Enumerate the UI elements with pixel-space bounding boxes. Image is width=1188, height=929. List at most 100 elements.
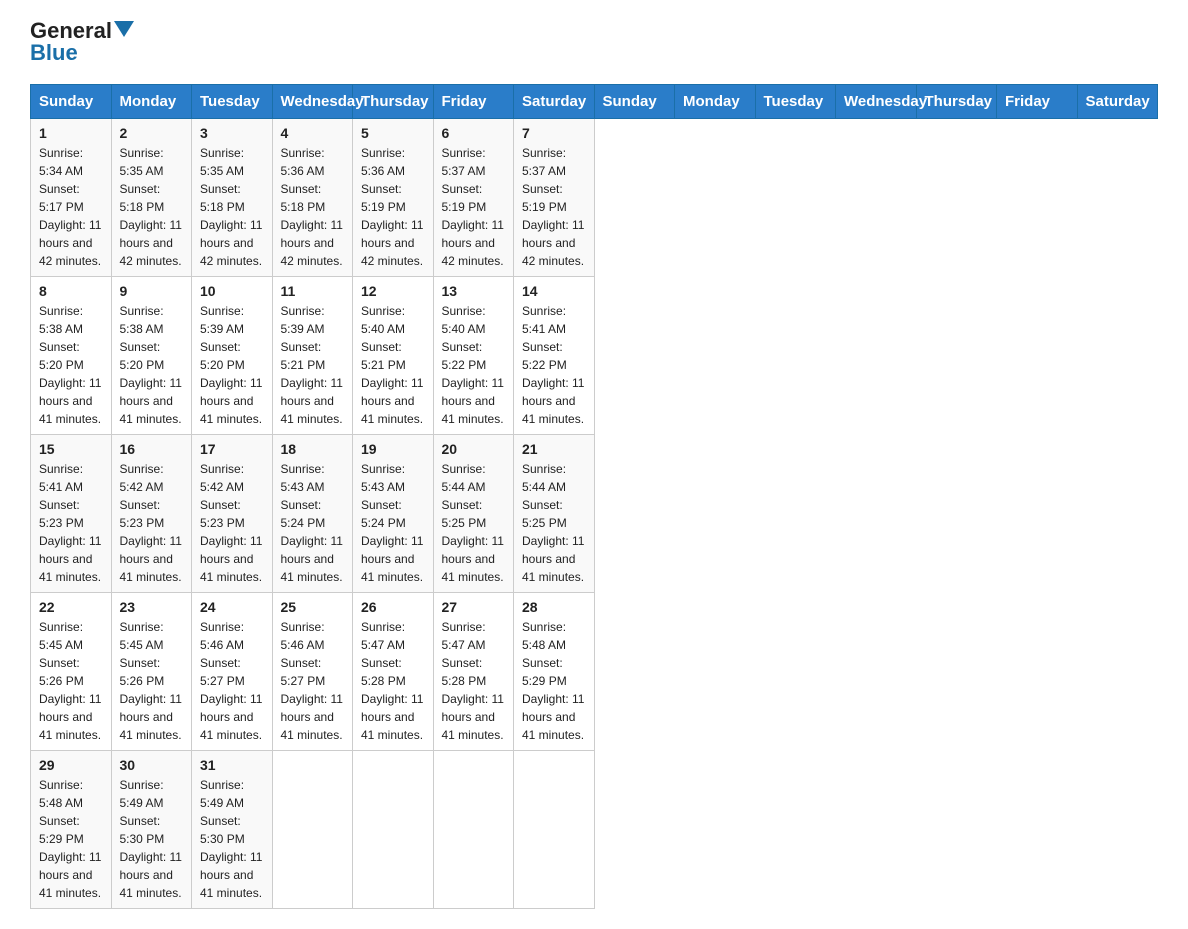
sunset-text: Sunset: 5:22 PM <box>522 340 567 372</box>
day-info: Sunrise: 5:46 AM Sunset: 5:27 PM Daylight:… <box>281 618 345 744</box>
day-number: 25 <box>281 599 345 615</box>
col-header-wednesday: Wednesday <box>272 85 353 119</box>
daylight-text: Daylight: 11 hours and 41 minutes. <box>120 534 182 584</box>
daylight-text: Daylight: 11 hours and 42 minutes. <box>120 218 182 268</box>
day-info: Sunrise: 5:43 AMSunset: 5:24 PMDaylight:… <box>361 460 425 586</box>
daylight-text: Daylight: 11 hours and 41 minutes. <box>281 376 343 426</box>
calendar-week-row: 29Sunrise: 5:48 AMSunset: 5:29 PMDayligh… <box>31 751 1158 909</box>
daylight-text: Daylight: 11 hours and 41 minutes. <box>120 692 182 742</box>
daylight-text: Daylight: 11 hours and 41 minutes. <box>200 692 262 742</box>
day-number: 28 <box>522 599 586 615</box>
sunset-text: Sunset: 5:23 PM <box>200 498 245 530</box>
daylight-text: Daylight: 11 hours and 41 minutes. <box>39 376 101 426</box>
sunrise-text: Sunrise: 5:42 AM <box>120 462 164 494</box>
col-header-tuesday: Tuesday <box>755 85 836 119</box>
col-header-saturday: Saturday <box>514 85 595 119</box>
col-header-monday: Monday <box>675 85 756 119</box>
sunset-text: Sunset: 5:24 PM <box>281 498 326 530</box>
day-info: Sunrise: 5:49 AMSunset: 5:30 PMDaylight:… <box>120 776 184 902</box>
calendar-cell: 8Sunrise: 5:38 AMSunset: 5:20 PMDaylight… <box>31 277 112 435</box>
day-number: 17 <box>200 441 264 457</box>
sunrise-text: Sunrise: 5:36 AM <box>281 146 325 178</box>
daylight-text: Daylight: 11 hours and 41 minutes. <box>281 692 343 742</box>
sunrise-text: Sunrise: 5:44 AM <box>522 462 566 494</box>
sunset-text: Sunset: 5:25 PM <box>522 498 567 530</box>
calendar-cell: 17Sunrise: 5:42 AMSunset: 5:23 PMDayligh… <box>192 435 273 593</box>
day-number: 22 <box>39 599 103 615</box>
sunrise-text: Sunrise: 5:37 AM <box>442 146 486 178</box>
col-header-sunday: Sunday <box>594 85 675 119</box>
daylight-text: Daylight: 11 hours and 42 minutes. <box>200 218 262 268</box>
day-info: Sunrise: 5:47 AMSunset: 5:28 PMDaylight:… <box>361 618 425 744</box>
sunset-text: Sunset: 5:20 PM <box>120 340 165 372</box>
day-info: Sunrise: 5:40 AMSunset: 5:21 PMDaylight:… <box>361 302 425 428</box>
sunset-text: Sunset: 5:18 PM <box>120 182 165 214</box>
day-info: Sunrise: 5:40 AMSunset: 5:22 PMDaylight:… <box>442 302 506 428</box>
sunset-text: Sunset: 5:21 PM <box>281 340 326 372</box>
col-header-friday: Friday <box>997 85 1078 119</box>
day-number: 30 <box>120 757 184 773</box>
col-header-sunday: Sunday <box>31 85 112 119</box>
sunrise-text: Sunrise: 5:47 AM <box>361 620 405 652</box>
daylight-text: Daylight: 11 hours and 41 minutes. <box>442 376 504 426</box>
sunrise-text: Sunrise: 5:49 AM <box>120 778 164 810</box>
page-header: General Blue <box>30 20 1158 64</box>
day-number: 10 <box>200 283 264 299</box>
day-number: 4 <box>281 125 345 141</box>
day-number: 12 <box>361 283 425 299</box>
day-number: 9 <box>120 283 184 299</box>
sunrise-text: Sunrise: 5:42 AM <box>200 462 244 494</box>
sunset-text: Sunset: 5:23 PM <box>39 498 84 530</box>
sunrise-text: Sunrise: 5:43 AM <box>361 462 405 494</box>
daylight-text: Daylight: 11 hours and 42 minutes. <box>361 218 423 268</box>
day-number: 24 <box>200 599 264 615</box>
logo: General Blue <box>30 20 134 64</box>
sunset-text: Sunset: 5:28 PM <box>442 656 487 688</box>
day-info: Sunrise: 5:45 AMSunset: 5:26 PMDaylight:… <box>120 618 184 744</box>
daylight-text: Daylight: 11 hours and 41 minutes. <box>281 534 343 584</box>
col-header-friday: Friday <box>433 85 514 119</box>
day-info: Sunrise: 5:41 AMSunset: 5:22 PMDaylight:… <box>522 302 586 428</box>
sunset-text: Sunset: 5:20 PM <box>200 340 245 372</box>
sunrise-text: Sunrise: 5:44 AM <box>442 462 486 494</box>
daylight-text: Daylight: 11 hours and 41 minutes. <box>200 850 262 900</box>
day-info: Sunrise: 5:38 AMSunset: 5:20 PMDaylight:… <box>120 302 184 428</box>
sunrise-text: Sunrise: 5:41 AM <box>39 462 83 494</box>
sunrise-text: Sunrise: 5:39 AM <box>281 304 325 336</box>
sunrise-text: Sunrise: 5:46 AM <box>200 620 244 652</box>
calendar-cell <box>353 751 434 909</box>
day-info: Sunrise: 5:46 AM Sunset: 5:27 PM Daylight:… <box>200 618 264 744</box>
calendar-cell: 2 Sunrise: 5:35 AM Sunset: 5:18 PM Daylight… <box>111 119 192 277</box>
day-info: Sunrise: 5:49 AMSunset: 5:30 PMDaylight:… <box>200 776 264 902</box>
day-number: 3 <box>200 125 264 141</box>
day-info: Sunrise: 5:37 AMSunset: 5:19 PMDaylight:… <box>522 144 586 270</box>
daylight-text: Daylight: 11 hours and 41 minutes. <box>442 692 504 742</box>
sunset-text: Sunset: 5:27 PM <box>281 656 326 688</box>
sunset-text: Sunset: 5:20 PM <box>39 340 84 372</box>
calendar-cell: 4Sunrise: 5:36 AMSunset: 5:18 PMDaylight… <box>272 119 353 277</box>
daylight-text: Daylight: 11 hours and 42 minutes. <box>522 218 584 268</box>
calendar-week-row: 8Sunrise: 5:38 AMSunset: 5:20 PMDaylight… <box>31 277 1158 435</box>
sunrise-text: Sunrise: 5:46 AM <box>281 620 325 652</box>
sunrise-text: Sunrise: 5:38 AM <box>39 304 83 336</box>
sunrise-text: Sunrise: 5:35 AM <box>120 146 164 178</box>
calendar-cell: 21Sunrise: 5:44 AMSunset: 5:25 PMDayligh… <box>514 435 595 593</box>
day-info: Sunrise: 5:39 AMSunset: 5:20 PMDaylight:… <box>200 302 264 428</box>
calendar-cell: 19Sunrise: 5:43 AMSunset: 5:24 PMDayligh… <box>353 435 434 593</box>
day-number: 16 <box>120 441 184 457</box>
day-info: Sunrise: 5:45 AMSunset: 5:26 PMDaylight:… <box>39 618 103 744</box>
sunset-text: Sunset: 5:29 PM <box>522 656 567 688</box>
day-info: Sunrise: 5:42 AM Sunset: 5:23 PM Daylight:… <box>120 460 184 586</box>
day-number: 15 <box>39 441 103 457</box>
sunset-text: Sunset: 5:26 PM <box>120 656 165 688</box>
calendar-cell <box>433 751 514 909</box>
day-number: 21 <box>522 441 586 457</box>
calendar-week-row: 1Sunrise: 5:34 AMSunset: 5:17 PMDaylight… <box>31 119 1158 277</box>
day-number: 2 <box>120 125 184 141</box>
day-info: Sunrise: 5:37 AMSunset: 5:19 PMDaylight:… <box>442 144 506 270</box>
sunset-text: Sunset: 5:27 PM <box>200 656 245 688</box>
day-info: Sunrise: 5:39 AM Sunset: 5:21 PM Daylight:… <box>281 302 345 428</box>
sunset-text: Sunset: 5:23 PM <box>120 498 165 530</box>
col-header-wednesday: Wednesday <box>836 85 917 119</box>
calendar-cell: 24 Sunrise: 5:46 AM Sunset: 5:27 PM Dayligh… <box>192 593 273 751</box>
